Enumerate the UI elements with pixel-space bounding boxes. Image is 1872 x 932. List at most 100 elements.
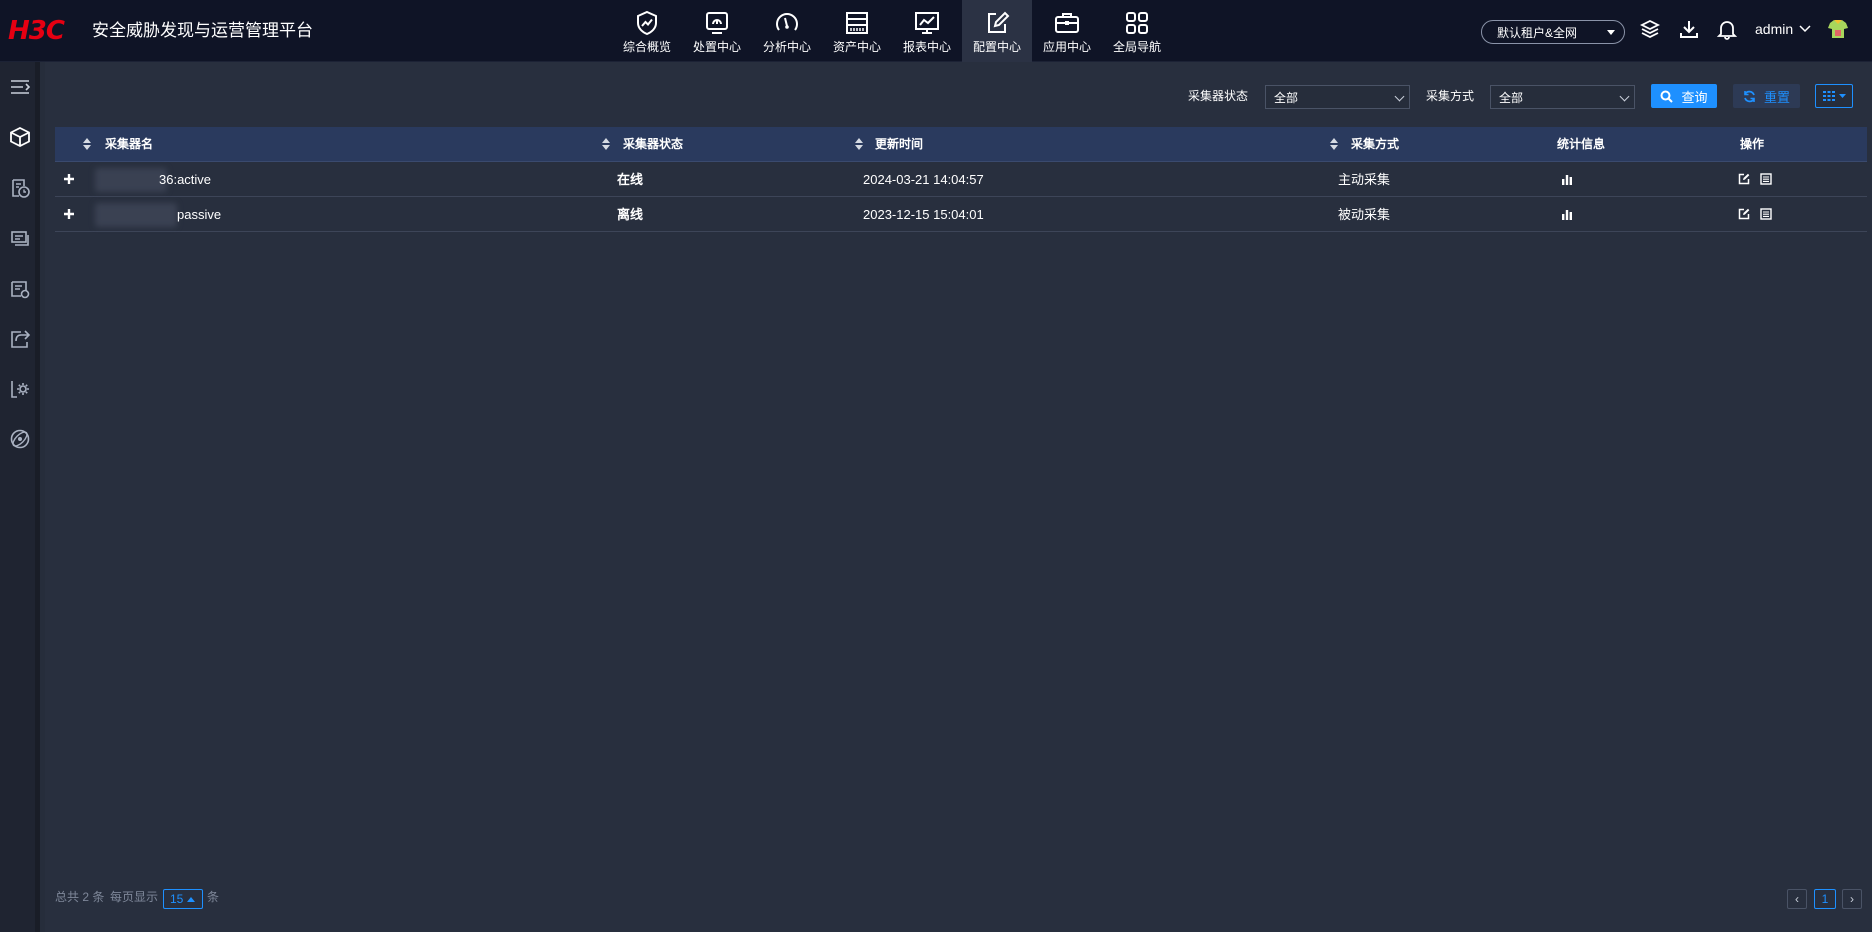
left-sidebar <box>0 62 40 932</box>
status-filter-select[interactable]: 全部 <box>1265 85 1410 109</box>
status-filter-label: 采集器状态 <box>1188 89 1249 103</box>
collector-name: passive <box>177 207 222 222</box>
refresh-icon <box>1744 90 1755 102</box>
layers-icon[interactable] <box>1639 18 1661 40</box>
query-button[interactable]: 查询 <box>1651 84 1717 108</box>
page-size-value: 15 <box>170 892 184 906</box>
method-filter-select[interactable]: 全部 <box>1490 85 1635 109</box>
update-time: 2023-12-15 15:04:01 <box>863 207 984 222</box>
sort-icon[interactable] <box>602 138 610 150</box>
nav-label: 资产中心 <box>832 40 881 54</box>
edit-icon[interactable] <box>1738 173 1750 185</box>
current-page-number: 1 <box>1821 892 1829 906</box>
briefcase-icon <box>1055 13 1079 33</box>
reset-label: 重置 <box>1763 89 1790 105</box>
reset-button[interactable]: 重置 <box>1733 84 1800 108</box>
next-page-glyph: › <box>1850 892 1854 906</box>
edit-icon[interactable] <box>1738 208 1750 220</box>
user-menu[interactable]: admin <box>1755 21 1811 37</box>
main-nav: 综合概览 处置中心 分析中心 资产中心 报表中心 配置中心 应用中心 全局导航 <box>612 0 1172 62</box>
page-1-button[interactable]: 1 <box>1814 889 1836 909</box>
sort-icon[interactable] <box>855 138 863 150</box>
report-icon[interactable] <box>9 278 31 300</box>
bar-chart-icon[interactable] <box>1561 173 1573 185</box>
nav-item-global-nav[interactable]: 全局导航 <box>1102 0 1172 62</box>
query-label: 查询 <box>1681 89 1708 105</box>
h3c-logo[interactable]: H3C <box>8 16 65 46</box>
nav-item-reports[interactable]: 报表中心 <box>892 0 962 62</box>
nav-item-disposal[interactable]: 处置中心 <box>682 0 752 62</box>
shirt-theme-icon[interactable] <box>1826 17 1850 41</box>
nav-item-overview[interactable]: 综合概览 <box>612 0 682 62</box>
menu-collapse-icon[interactable] <box>9 76 31 98</box>
nav-label: 报表中心 <box>902 40 951 54</box>
column-header-actions: 操作 <box>1740 137 1765 151</box>
tenant-select[interactable]: 默认租户&全网 <box>1481 20 1625 44</box>
prev-page-glyph: ‹ <box>1795 892 1799 906</box>
column-header-stats: 统计信息 <box>1557 137 1606 151</box>
top-bar: H3C 安全威胁发现与运营管理平台 综合概览 处置中心 分析中心 资产中心 报表… <box>0 0 1872 62</box>
cube-icon[interactable] <box>9 126 31 148</box>
per-page-unit: 条 <box>207 890 220 904</box>
update-time: 2024-03-21 14:04:57 <box>863 172 984 187</box>
caret-down-icon <box>1838 93 1846 98</box>
prev-page-button[interactable]: ‹ <box>1787 889 1807 909</box>
grid-icon <box>1126 12 1148 34</box>
share-icon[interactable] <box>9 328 31 350</box>
redacted-name-mask <box>95 203 177 227</box>
collect-method: 主动采集 <box>1338 172 1391 187</box>
chevron-down-icon <box>1799 25 1811 33</box>
tenant-label: 默认租户&全网 <box>1497 25 1578 40</box>
shield-chart-icon <box>637 10 657 36</box>
collect-method: 被动采集 <box>1338 207 1391 222</box>
column-header-name[interactable]: 采集器名 <box>105 137 153 151</box>
total-count: 总共 2 条 <box>55 890 105 904</box>
table-row[interactable]: 36:active 在线 2024-03-21 14:04:57 主动采集 <box>55 162 1867 197</box>
redacted-name-mask <box>95 168 167 192</box>
monitor-gauge-icon <box>706 12 728 34</box>
nav-label: 分析中心 <box>762 40 811 54</box>
settings-gear-icon[interactable] <box>9 378 31 400</box>
column-grid-icon <box>1822 91 1835 101</box>
collector-status: 在线 <box>617 172 644 187</box>
table-row[interactable]: passive 离线 2023-12-15 15:04:01 被动采集 <box>55 197 1867 232</box>
chevron-down-icon <box>1619 91 1630 102</box>
search-icon <box>1660 90 1674 103</box>
collector-name: 36:active <box>159 172 212 187</box>
collector-table: 采集器名 采集器状态 更新时间 采集方式 统计信息 操作 36:active 在… <box>55 127 1867 232</box>
line-chart-icon <box>915 12 939 34</box>
sort-icon[interactable] <box>1330 138 1338 150</box>
collector-status: 离线 <box>617 207 644 222</box>
page-size-select[interactable]: 15 <box>163 889 203 909</box>
column-header-updated[interactable]: 更新时间 <box>875 137 923 151</box>
nav-item-apps[interactable]: 应用中心 <box>1032 0 1102 62</box>
orbit-icon[interactable] <box>9 428 31 450</box>
per-page-label: 每页显示 <box>110 890 159 904</box>
chevron-down-icon <box>1394 91 1405 102</box>
document-clock-icon[interactable] <box>9 177 31 199</box>
method-filter-value: 全部 <box>1499 90 1524 105</box>
edit-icon <box>988 11 1010 33</box>
expand-plus-icon[interactable] <box>62 207 76 221</box>
expand-plus-icon[interactable] <box>62 172 76 186</box>
status-filter-value: 全部 <box>1274 90 1299 105</box>
column-settings-button[interactable] <box>1815 84 1853 108</box>
nav-label: 配置中心 <box>972 40 1021 54</box>
download-icon[interactable] <box>1678 18 1700 40</box>
cards-icon[interactable] <box>9 227 31 249</box>
column-header-method[interactable]: 采集方式 <box>1351 137 1399 151</box>
details-list-icon[interactable] <box>1760 173 1772 185</box>
nav-item-analysis[interactable]: 分析中心 <box>752 0 822 62</box>
details-list-icon[interactable] <box>1760 208 1772 220</box>
next-page-button[interactable]: › <box>1842 889 1862 909</box>
server-rack-icon <box>846 12 868 34</box>
column-header-status[interactable]: 采集器状态 <box>623 137 683 151</box>
bar-chart-icon[interactable] <box>1561 208 1573 220</box>
sort-icon[interactable] <box>83 138 91 150</box>
nav-item-config[interactable]: 配置中心 <box>962 0 1032 62</box>
nav-label: 全局导航 <box>1112 40 1161 54</box>
app-title: 安全威胁发现与运营管理平台 <box>92 21 313 40</box>
nav-item-assets[interactable]: 资产中心 <box>822 0 892 62</box>
bell-icon[interactable] <box>1716 18 1738 40</box>
logo-text: H3C <box>8 16 65 46</box>
